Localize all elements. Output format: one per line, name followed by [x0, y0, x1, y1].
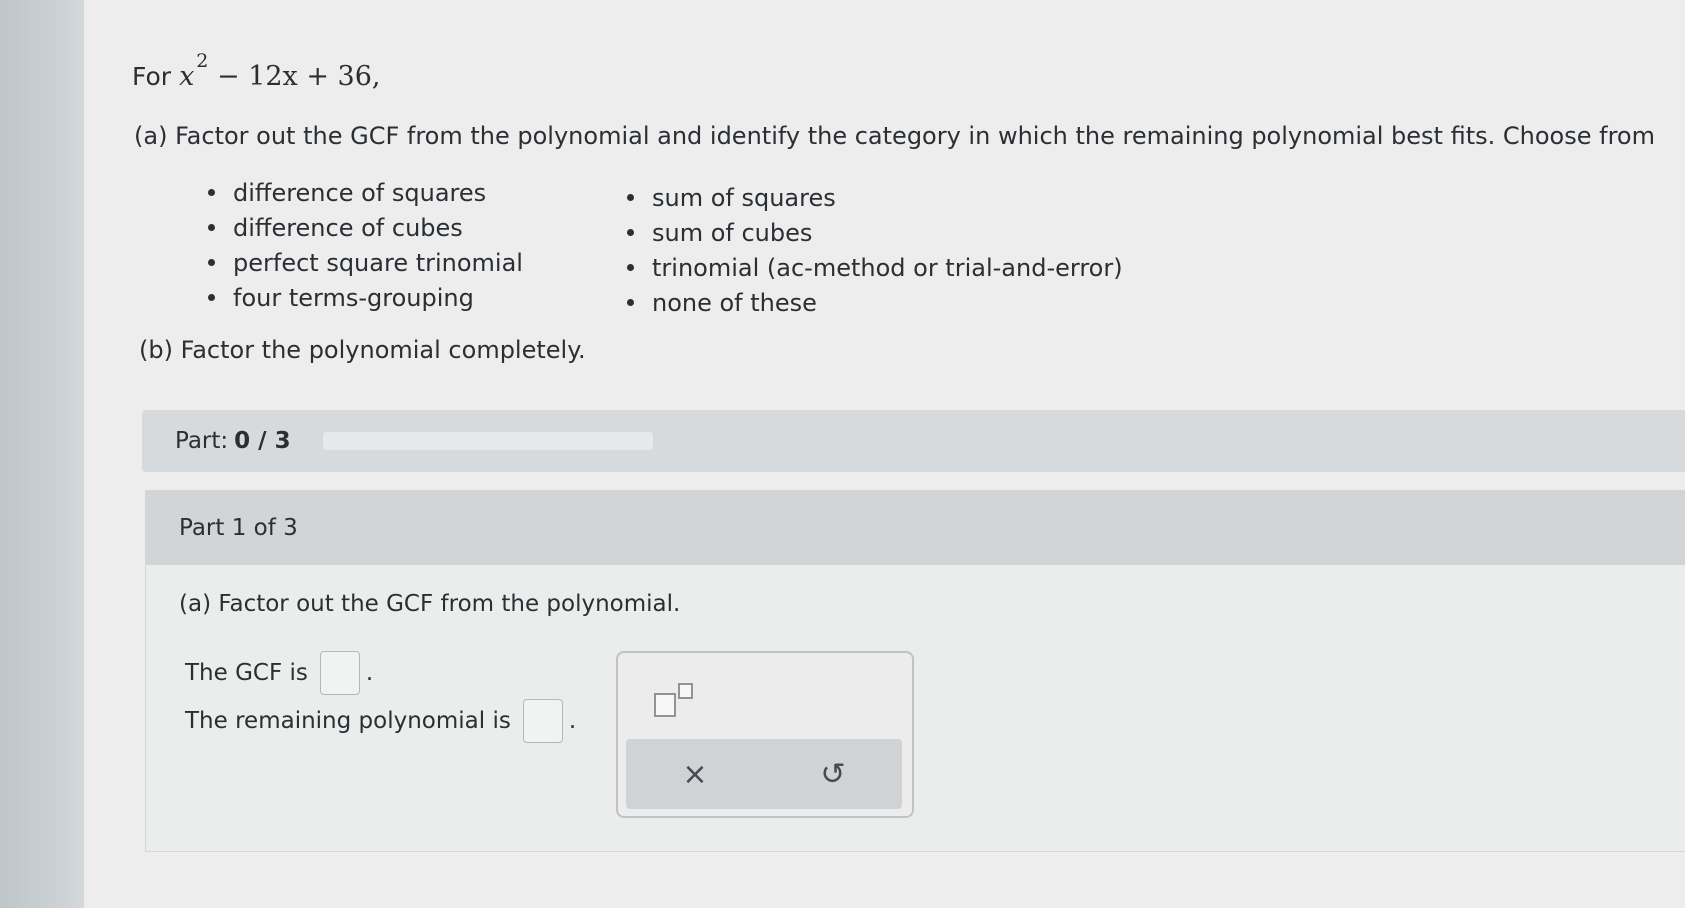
problem-statement: For x2 − 12x + 36,: [132, 50, 381, 92]
option-item: perfect square trinomial: [208, 245, 523, 280]
progress-label-text: Part:: [175, 428, 229, 454]
period: .: [365, 660, 374, 686]
superscript-template-icon[interactable]: [648, 675, 698, 719]
math-input-palette: × ↺: [616, 651, 914, 818]
period: .: [568, 708, 577, 734]
remaining-line: The remaining polynomial is .: [185, 699, 576, 743]
question-b: (b) Factor the polynomial completely.: [139, 336, 586, 364]
part-title: Part 1 of 3: [179, 515, 298, 541]
exponent: 2: [196, 50, 209, 72]
part-header: Part 1 of 3: [146, 491, 1685, 565]
part-card: Part 1 of 3 (a) Factor out the GCF from …: [145, 490, 1685, 852]
problem-prefix: For: [132, 62, 172, 91]
category-options-right: sum of squares sum of cubes trinomial (a…: [627, 180, 1123, 320]
question-a: (a) Factor out the GCF from the polynomi…: [134, 122, 1655, 150]
option-item: sum of squares: [627, 180, 1123, 215]
option-item: trinomial (ac-method or trial-and-error): [627, 250, 1123, 285]
option-item: none of these: [627, 285, 1123, 320]
remaining-polynomial-input[interactable]: [522, 699, 563, 743]
polynomial-expression: x2 − 12x + 36,: [179, 50, 381, 92]
option-item: sum of cubes: [627, 215, 1123, 250]
progress-label: Part: 0 / 3: [175, 428, 291, 454]
left-gutter: [0, 0, 84, 908]
palette-actions: × ↺: [626, 739, 902, 809]
clear-icon[interactable]: ×: [660, 744, 730, 804]
remaining-label: The remaining polynomial is: [185, 708, 511, 734]
gcf-answer-input[interactable]: [319, 651, 360, 695]
option-item: difference of cubes: [208, 210, 523, 245]
undo-icon[interactable]: ↺: [798, 744, 868, 804]
progress-track: [322, 432, 653, 450]
exponent-box: [678, 683, 693, 699]
variable-x: x: [179, 61, 195, 92]
subquestion: (a) Factor out the GCF from the polynomi…: [179, 591, 681, 617]
category-options-left: difference of squares difference of cube…: [208, 175, 523, 315]
progress-value: 0 / 3: [234, 428, 291, 454]
polynomial-rest: − 12x + 36,: [216, 61, 381, 92]
gcf-line: The GCF is .: [185, 651, 373, 695]
gcf-label: The GCF is: [185, 660, 308, 686]
part-progress: Part: 0 / 3: [142, 410, 1685, 472]
option-item: four terms-grouping: [208, 280, 523, 315]
option-item: difference of squares: [208, 175, 523, 210]
base-box: [654, 693, 676, 717]
